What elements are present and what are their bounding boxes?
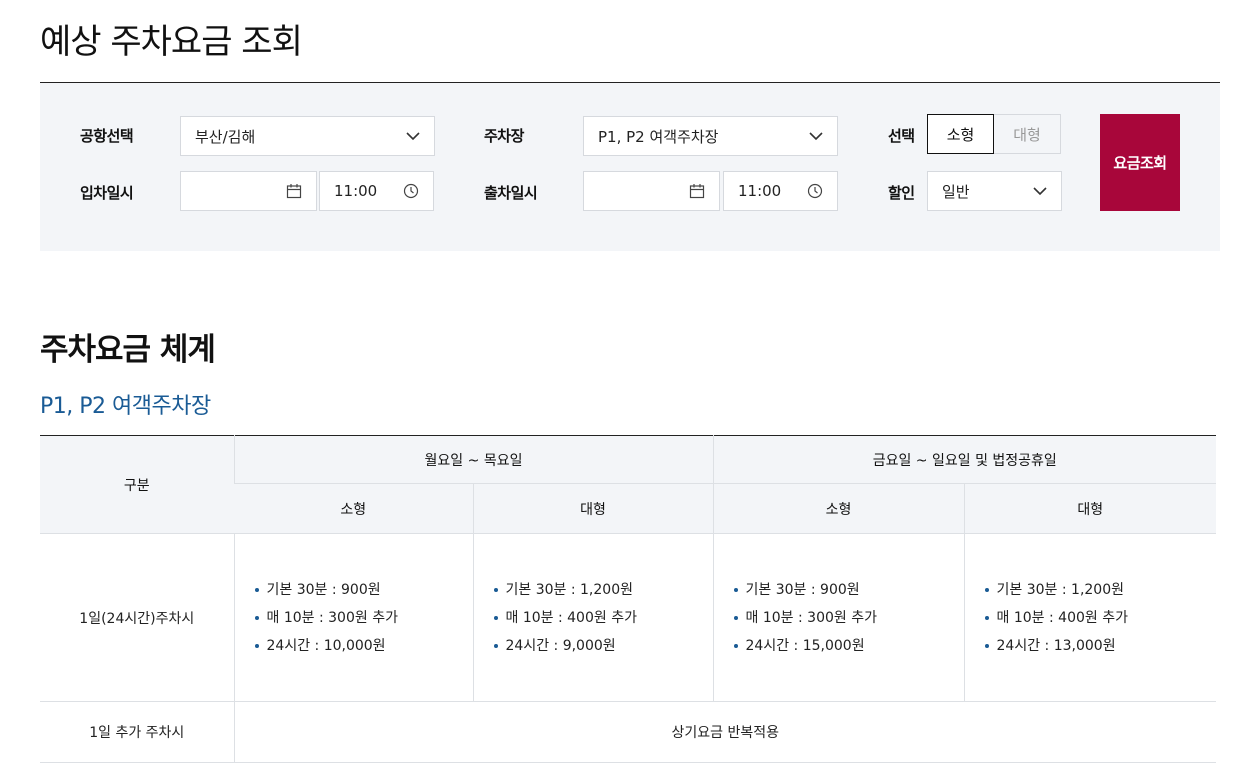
exit-time-input[interactable]: 11:00	[723, 171, 838, 211]
table-row: 1일(24시간)주차시 기본 30분 : 900원 매 10분 : 300원 추…	[40, 533, 1217, 702]
table-row: 1일 추가 주차시 상기요금 반복적용	[40, 701, 1217, 763]
section-title: 주차요금 체계	[40, 332, 216, 368]
weekday-small-header: 소형	[234, 483, 473, 534]
weekday-header: 월요일 ~ 목요일	[233, 435, 714, 484]
list-item: 기본 30분 : 900원	[733, 576, 964, 604]
table-header-row: 구분 월요일 ~ 목요일 금요일 ~ 일요일 및 법정공휴일	[40, 435, 1217, 534]
fee-table: 구분 월요일 ~ 목요일 금요일 ~ 일요일 및 법정공휴일 소형 대형 소형 …	[40, 435, 1217, 763]
exit-time-value: 11:00	[738, 182, 782, 200]
calendar-icon	[689, 184, 705, 199]
lot-label: 주차장	[484, 127, 524, 145]
list-item: 매 10분 : 400원 추가	[984, 604, 1217, 632]
entry-date-input[interactable]	[180, 171, 317, 211]
fee-cell-weekend-large: 기본 30분 : 1,200원 매 10분 : 400원 추가 24시간 : 1…	[963, 533, 1217, 702]
list-item: 24시간 : 10,000원	[254, 632, 473, 660]
fee-cell-weekend-small: 기본 30분 : 900원 매 10분 : 300원 추가 24시간 : 15,…	[712, 533, 965, 702]
chevron-down-icon	[1033, 186, 1047, 195]
parking-lot-title: P1, P2 여객주차장	[40, 394, 211, 419]
list-item: 24시간 : 13,000원	[984, 632, 1217, 660]
calendar-icon	[286, 184, 302, 199]
category-header: 구분	[40, 435, 234, 534]
fee-cell-weekday-small: 기본 30분 : 900원 매 10분 : 300원 추가 24시간 : 10,…	[233, 533, 473, 702]
entry-label: 입차일시	[80, 184, 134, 202]
airport-select-value: 부산/김해	[195, 127, 256, 146]
weekend-large-header: 대형	[963, 483, 1217, 534]
search-panel: 공항선택 부산/김해 주차장 P1, P2 여객주차장 선택 소형 대형 요금조…	[40, 83, 1220, 251]
size-label: 선택	[888, 127, 915, 145]
weekend-header: 금요일 ~ 일요일 및 법정공휴일	[712, 435, 1217, 484]
size-toggle: 소형 대형	[927, 114, 1061, 154]
list-item: 매 10분 : 300원 추가	[254, 604, 473, 632]
size-small-option[interactable]: 소형	[927, 114, 994, 154]
row-label-extra-day: 1일 추가 주차시	[40, 701, 234, 763]
size-large-option[interactable]: 대형	[994, 114, 1061, 154]
list-item: 매 10분 : 300원 추가	[733, 604, 964, 632]
chevron-down-icon	[406, 131, 420, 140]
airport-select[interactable]: 부산/김해	[180, 116, 435, 156]
list-item: 기본 30분 : 900원	[254, 576, 473, 604]
list-item: 기본 30분 : 1,200원	[984, 576, 1217, 604]
page-title: 예상 주차요금 조회	[40, 22, 303, 62]
list-item: 기본 30분 : 1,200원	[493, 576, 713, 604]
clock-icon	[403, 183, 419, 199]
row-label-daily: 1일(24시간)주차시	[40, 533, 234, 702]
chevron-down-icon	[809, 131, 823, 140]
discount-select-value: 일반	[942, 182, 970, 201]
list-item: 24시간 : 15,000원	[733, 632, 964, 660]
lot-select[interactable]: P1, P2 여객주차장	[583, 116, 838, 156]
entry-time-input[interactable]: 11:00	[319, 171, 434, 211]
exit-date-input[interactable]	[583, 171, 720, 211]
weekday-large-header: 대형	[472, 483, 714, 534]
lot-select-value: P1, P2 여객주차장	[598, 127, 719, 146]
fee-cell-extra-day: 상기요금 반복적용	[233, 701, 1217, 763]
clock-icon	[807, 183, 823, 199]
entry-time-value: 11:00	[334, 182, 378, 200]
airport-label: 공항선택	[80, 127, 134, 145]
weekend-small-header: 소형	[712, 483, 965, 534]
fee-cell-weekday-large: 기본 30분 : 1,200원 매 10분 : 400원 추가 24시간 : 9…	[472, 533, 714, 702]
list-item: 24시간 : 9,000원	[493, 632, 713, 660]
list-item: 매 10분 : 400원 추가	[493, 604, 713, 632]
discount-select[interactable]: 일반	[927, 171, 1062, 211]
exit-label: 출차일시	[484, 184, 538, 202]
fee-lookup-button[interactable]: 요금조회	[1100, 114, 1180, 211]
discount-label: 할인	[888, 184, 915, 202]
